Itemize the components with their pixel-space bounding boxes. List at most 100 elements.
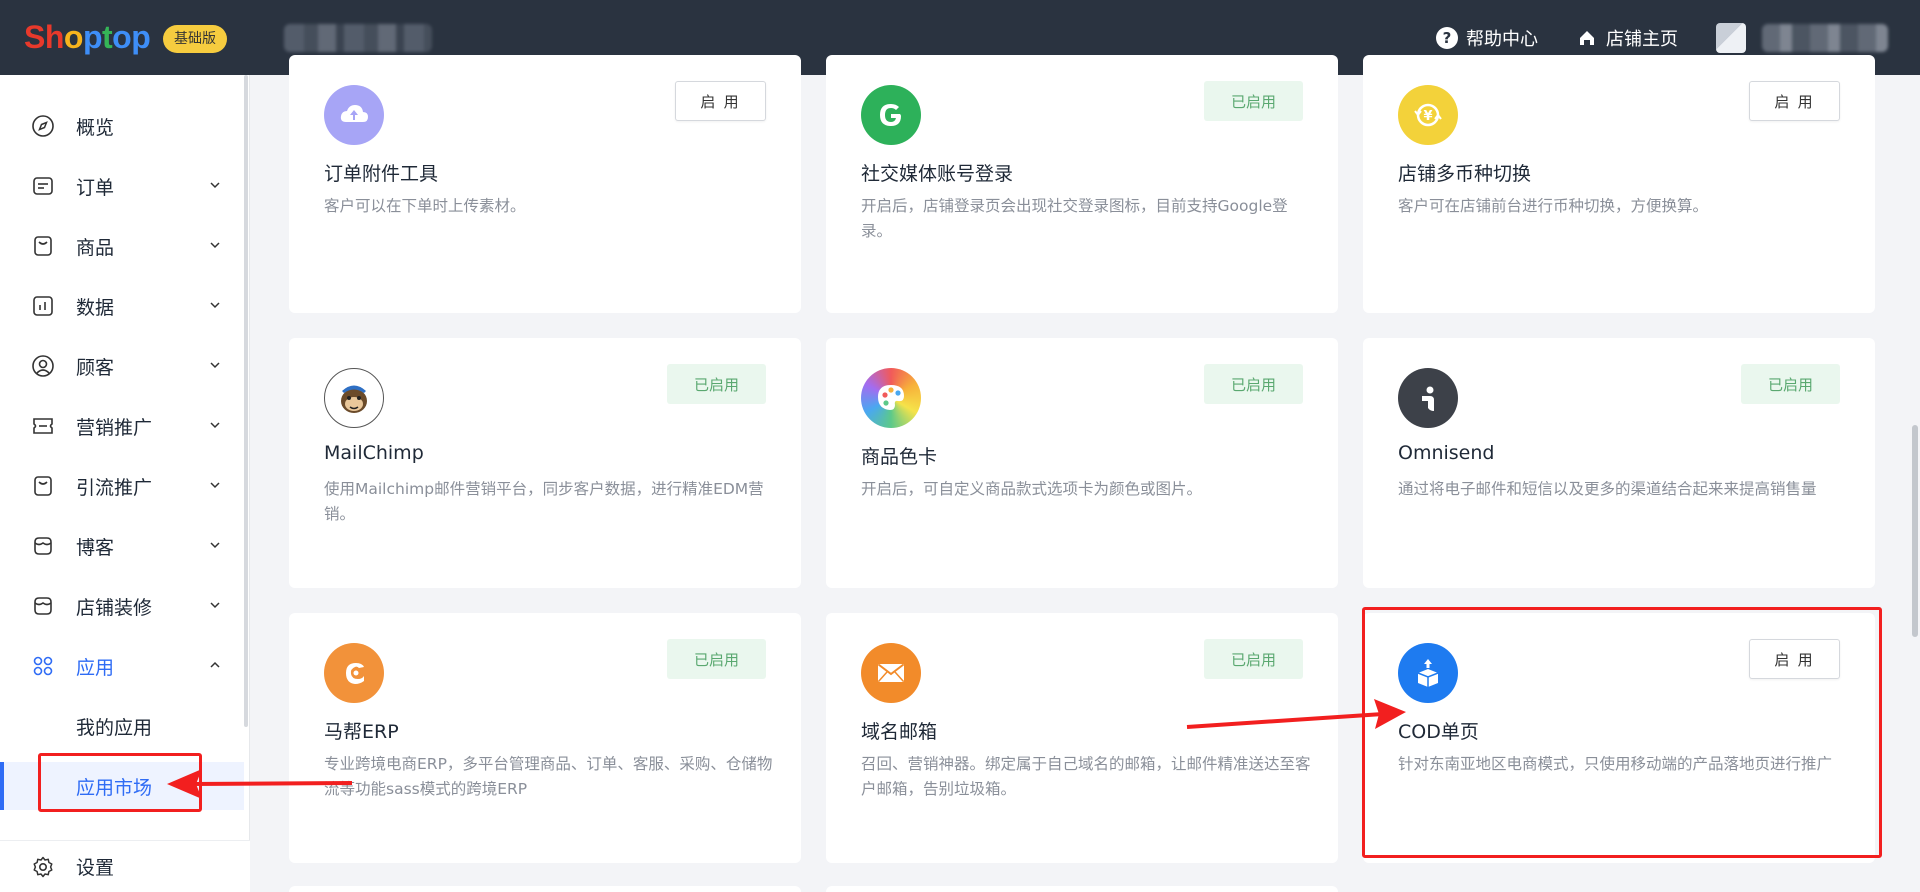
app-title: 马帮ERP	[324, 721, 399, 743]
sidebar-item-traffic[interactable]: 引流推广	[0, 462, 244, 510]
app-title: 商品色卡	[861, 446, 938, 468]
logo-letter: h	[44, 19, 65, 55]
page-scrollbar[interactable]	[1912, 425, 1918, 637]
settings-label: 设置	[76, 857, 115, 879]
annotation-highlight-app-market	[38, 753, 202, 812]
logo-letter: p	[131, 19, 151, 55]
app-card-partial	[289, 886, 801, 892]
store-icon	[30, 593, 56, 619]
enabled-badge: 已启用	[1204, 81, 1303, 121]
sidebar-item-orders[interactable]: 订单	[0, 162, 244, 210]
chevron-down-icon	[208, 298, 222, 312]
app-card-social-login[interactable]: 已启用 社交媒体账号登录 开启后，店铺登录页会出现社交登录图标，目前支持Goog…	[826, 55, 1338, 313]
sidebar-item-overview[interactable]: 概览	[0, 102, 244, 150]
currency-icon: ¥	[1398, 85, 1458, 145]
enabled-badge: 已启用	[667, 364, 766, 404]
logo-letter: t	[101, 19, 113, 55]
logo-letter: p	[82, 19, 103, 55]
app-description: 专业跨境电商ERP，多平台管理商品、订单、客服、采购、仓储物流等功能sass模式…	[324, 755, 773, 798]
logo-letter: o	[63, 19, 84, 55]
order-icon	[30, 173, 56, 199]
chevron-down-icon	[208, 238, 222, 252]
avatar[interactable]	[1716, 22, 1746, 53]
apps-icon	[30, 653, 56, 679]
ticket-icon	[30, 413, 56, 439]
bag-icon	[30, 473, 56, 499]
omnisend-icon	[1398, 368, 1458, 428]
gear-icon	[30, 854, 56, 880]
logo-letter: o	[112, 19, 132, 55]
app-description: 客户可在店铺前台进行币种切换，方便换算。	[1398, 197, 1709, 215]
app-card-multi-currency[interactable]: ¥ 启 用 店铺多币种切换 客户可在店铺前台进行币种切换，方便换算。	[1363, 55, 1875, 313]
chevron-up-icon	[208, 658, 222, 672]
cloud-upload-icon	[324, 85, 384, 145]
shoptop-logo[interactable]: Shoptop	[24, 18, 151, 56]
store-home-link[interactable]: 店铺主页	[1576, 25, 1678, 51]
sidebar-scrollbar[interactable]	[244, 75, 248, 727]
sidebar-item-apps[interactable]: 应用	[0, 642, 244, 690]
chevron-down-icon	[208, 418, 222, 432]
enable-button[interactable]: 启 用	[1749, 81, 1840, 121]
app-description: 开启后，可自定义商品款式选项卡为颜色或图片。	[861, 480, 1203, 498]
username-blurred[interactable]	[1762, 23, 1888, 52]
help-center-label: 帮助中心	[1466, 28, 1538, 50]
app-title: 订单附件工具	[324, 163, 439, 185]
logo-letter: S	[24, 19, 45, 55]
store-name-blurred	[284, 24, 432, 52]
user-icon	[30, 353, 56, 379]
app-description: 客户可以在下单时上传素材。	[324, 197, 526, 215]
store-icon	[30, 533, 56, 559]
chevron-down-icon	[208, 598, 222, 612]
sidebar-subitem-label: 我的应用	[76, 716, 153, 739]
enabled-badge: 已启用	[1204, 364, 1303, 404]
sidebar-item-marketing[interactable]: 营销推广	[0, 402, 244, 450]
app-card-order-attachment[interactable]: 启 用 订单附件工具 客户可以在下单时上传素材。	[289, 55, 801, 313]
app-card-omnisend[interactable]: 已启用 Omnisend 通过将电子邮件和短信以及更多的渠道结合起来来提高销售量	[1363, 338, 1875, 588]
sidebar-item-label: 商品	[76, 236, 115, 259]
app-card-domain-email[interactable]: 已启用 域名邮箱 召回、营销神器。绑定属于自己域名的邮箱，让邮件精准送达至客户邮…	[826, 613, 1338, 863]
app-card-mailchimp[interactable]: 已启用 MailChimp 使用Mailchimp邮件营销平台，同步客户数据，进…	[289, 338, 801, 588]
plan-badge: 基础版	[163, 25, 227, 53]
enabled-badge: 已启用	[667, 639, 766, 679]
chevron-down-icon	[208, 178, 222, 192]
sidebar-item-label: 概览	[76, 116, 115, 139]
app-description: 使用Mailchimp邮件营销平台，同步客户数据，进行精准EDM营销。	[324, 480, 764, 523]
sidebar-item-settings[interactable]: 设置	[0, 840, 250, 892]
app-card-color-swatch[interactable]: 已启用 商品色卡 开启后，可自定义商品款式选项卡为颜色或图片。	[826, 338, 1338, 588]
help-center-link[interactable]: ? 帮助中心	[1436, 25, 1538, 51]
sidebar-subitem-my-apps[interactable]: 我的应用	[0, 702, 244, 750]
app-card-partial	[826, 886, 1338, 892]
sidebar-item-label: 博客	[76, 536, 115, 559]
app-card-mabang-erp[interactable]: 已启用 马帮ERP 专业跨境电商ERP，多平台管理商品、订单、客服、采购、仓储物…	[289, 613, 801, 863]
annotation-highlight-cod-card	[1362, 607, 1882, 858]
mabang-icon	[324, 643, 384, 703]
sidebar-item-customers[interactable]: 顾客	[0, 342, 244, 390]
sidebar-item-label: 订单	[76, 176, 115, 199]
store-home-label: 店铺主页	[1606, 28, 1678, 50]
bag-icon	[30, 233, 56, 259]
enable-button[interactable]: 启 用	[675, 81, 766, 121]
app-description: 召回、营销神器。绑定属于自己域名的邮箱，让邮件精准送达至客户邮箱，告别垃圾箱。	[861, 755, 1311, 798]
sidebar-item-blog[interactable]: 博客	[0, 522, 244, 570]
app-title: Omnisend	[1398, 442, 1495, 464]
home-icon	[1576, 27, 1598, 49]
app-title: MailChimp	[324, 442, 424, 464]
app-title: 店铺多币种切换	[1398, 163, 1532, 185]
sidebar-item-label: 店铺装修	[76, 596, 153, 619]
chevron-down-icon	[208, 478, 222, 492]
svg-text:¥: ¥	[1423, 109, 1432, 124]
sidebar-item-label: 引流推广	[76, 476, 153, 499]
app-description: 通过将电子邮件和短信以及更多的渠道结合起来来提高销售量	[1398, 480, 1817, 498]
sidebar-item-label: 应用	[76, 656, 115, 679]
palette-icon	[861, 368, 921, 428]
app-description: 开启后，店铺登录页会出现社交登录图标，目前支持Google登录。	[861, 197, 1288, 240]
enabled-badge: 已启用	[1741, 364, 1840, 404]
sidebar-item-data[interactable]: 数据	[0, 282, 244, 330]
compass-icon	[30, 113, 56, 139]
sidebar-item-label: 数据	[76, 296, 115, 319]
app-title: 社交媒体账号登录	[861, 163, 1014, 185]
sidebar-item-store-design[interactable]: 店铺装修	[0, 582, 244, 630]
enabled-badge: 已启用	[1204, 639, 1303, 679]
sidebar-item-products[interactable]: 商品	[0, 222, 244, 270]
mailchimp-icon	[324, 368, 384, 428]
